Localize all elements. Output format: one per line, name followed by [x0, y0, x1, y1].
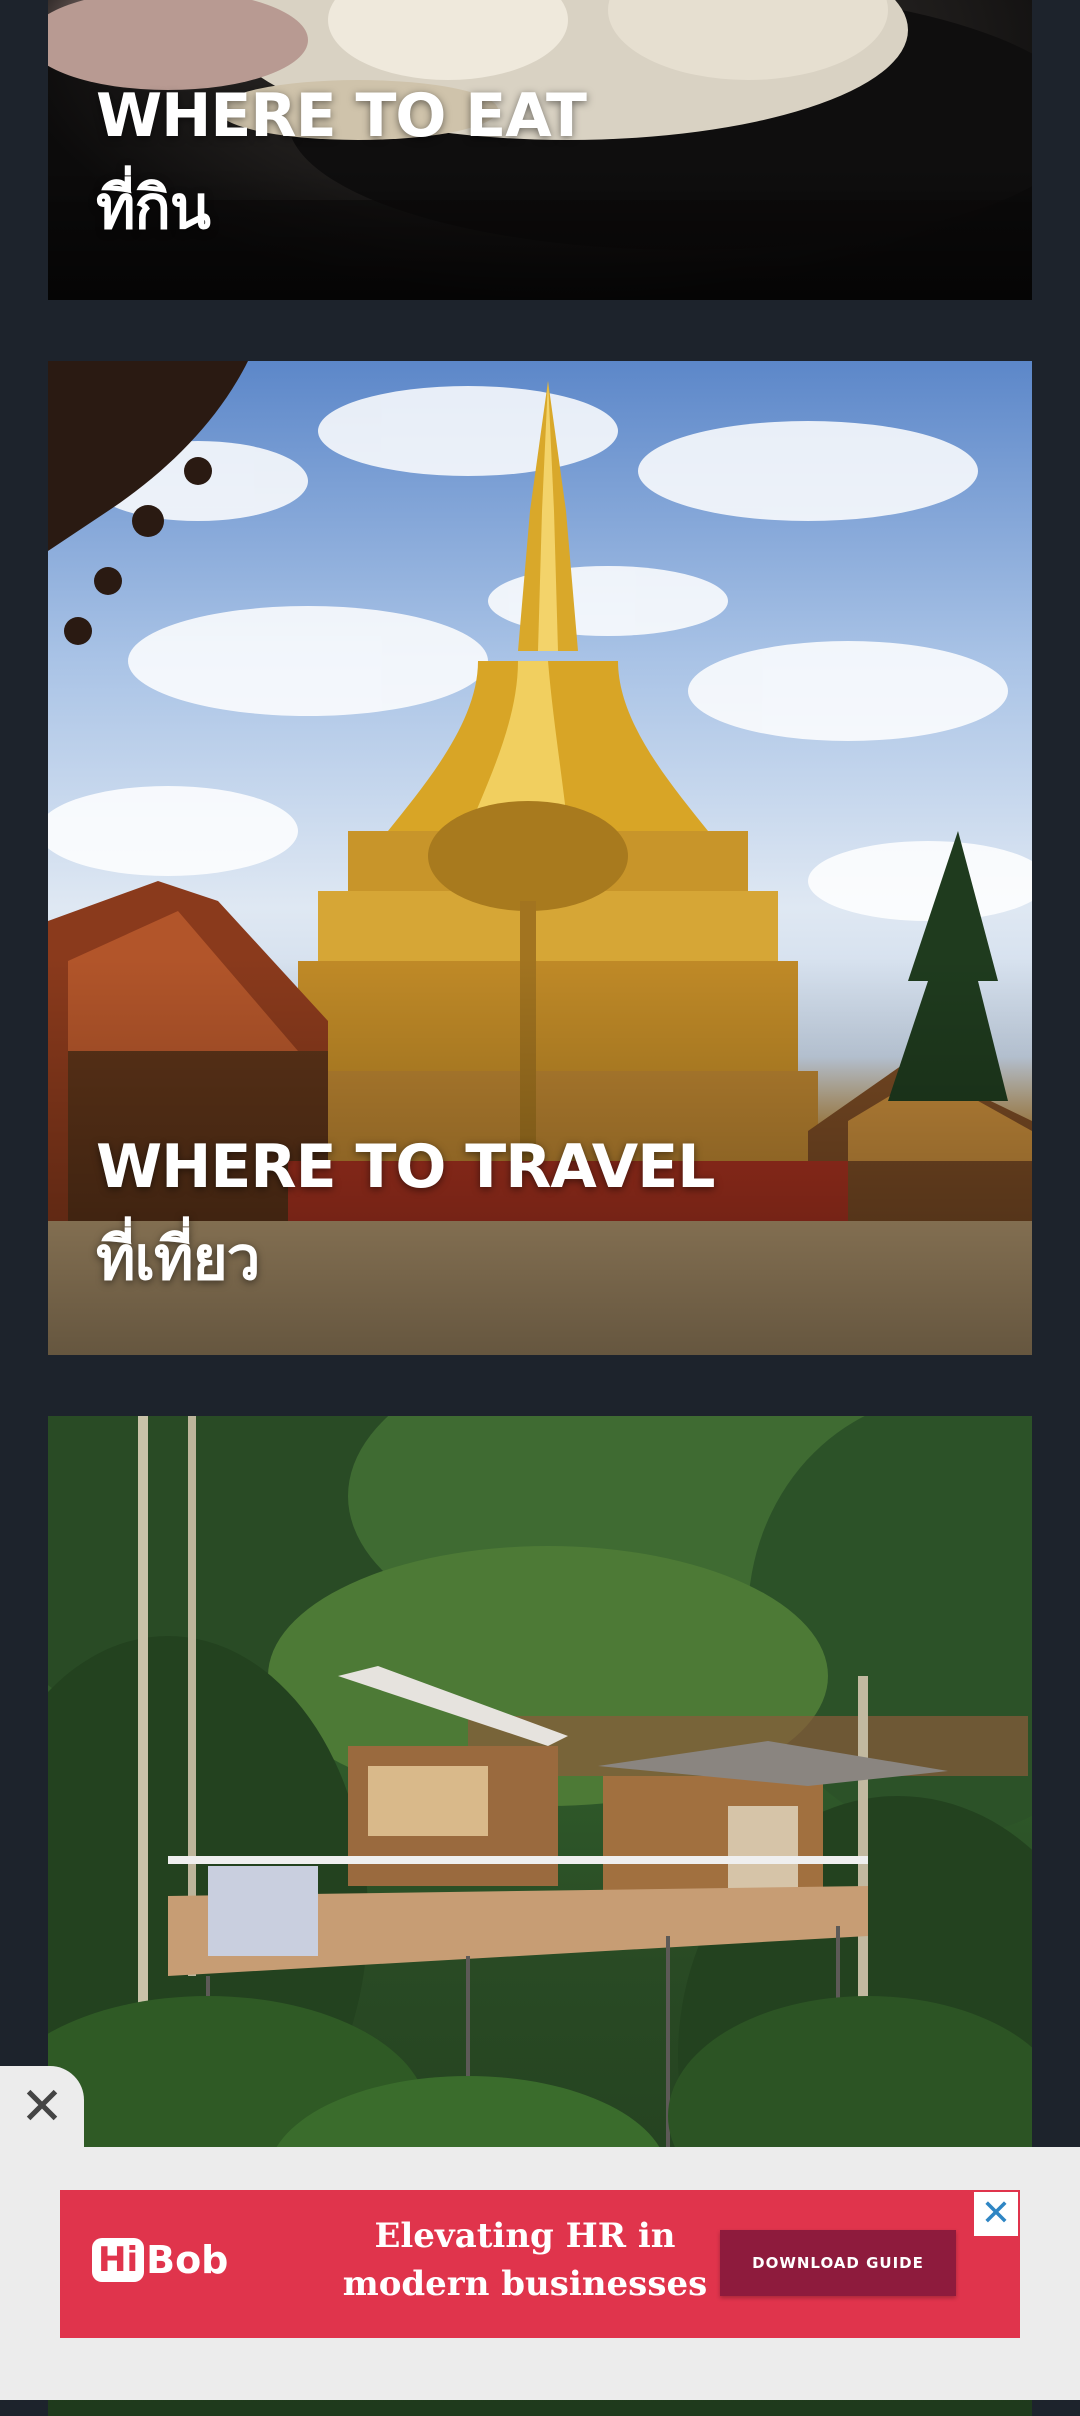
card-title-english: WHERE TO EAT	[96, 81, 587, 151]
category-card-where-to-travel[interactable]: WHERE TO TRAVEL ที่เที่ยว	[48, 361, 1032, 1355]
ad-headline-line1: Elevating HR in	[374, 2216, 676, 2256]
dismiss-ad-button[interactable]: ✕	[0, 2066, 84, 2148]
close-icon: ✕	[980, 2193, 1012, 2234]
card-title: WHERE TO EAT ที่กิน	[96, 70, 587, 254]
card-title-thai: ที่เที่ยว	[96, 1224, 260, 1294]
ad-headline-line2: modern businesses	[342, 2264, 708, 2304]
card-title-thai: ที่กิน	[96, 173, 211, 243]
hibob-logo: Hi Bob	[92, 2238, 228, 2282]
ad-close-button[interactable]: ✕	[974, 2192, 1018, 2236]
logo-hi: Hi	[92, 2238, 145, 2282]
category-card-where-to-eat[interactable]: WHERE TO EAT ที่กิน	[48, 0, 1032, 300]
ad-headline: Elevating HR in modern businesses	[260, 2212, 790, 2308]
close-icon: ✕	[20, 2077, 64, 2137]
ad-banner[interactable]: Hi Bob Elevating HR in modern businesses…	[60, 2190, 1020, 2338]
download-guide-button[interactable]: DOWNLOAD GUIDE	[720, 2230, 956, 2296]
card-title-english: WHERE TO TRAVEL	[96, 1132, 715, 1202]
logo-bob: Bob	[146, 2238, 229, 2282]
card-title: WHERE TO TRAVEL ที่เที่ยว	[96, 1121, 715, 1305]
